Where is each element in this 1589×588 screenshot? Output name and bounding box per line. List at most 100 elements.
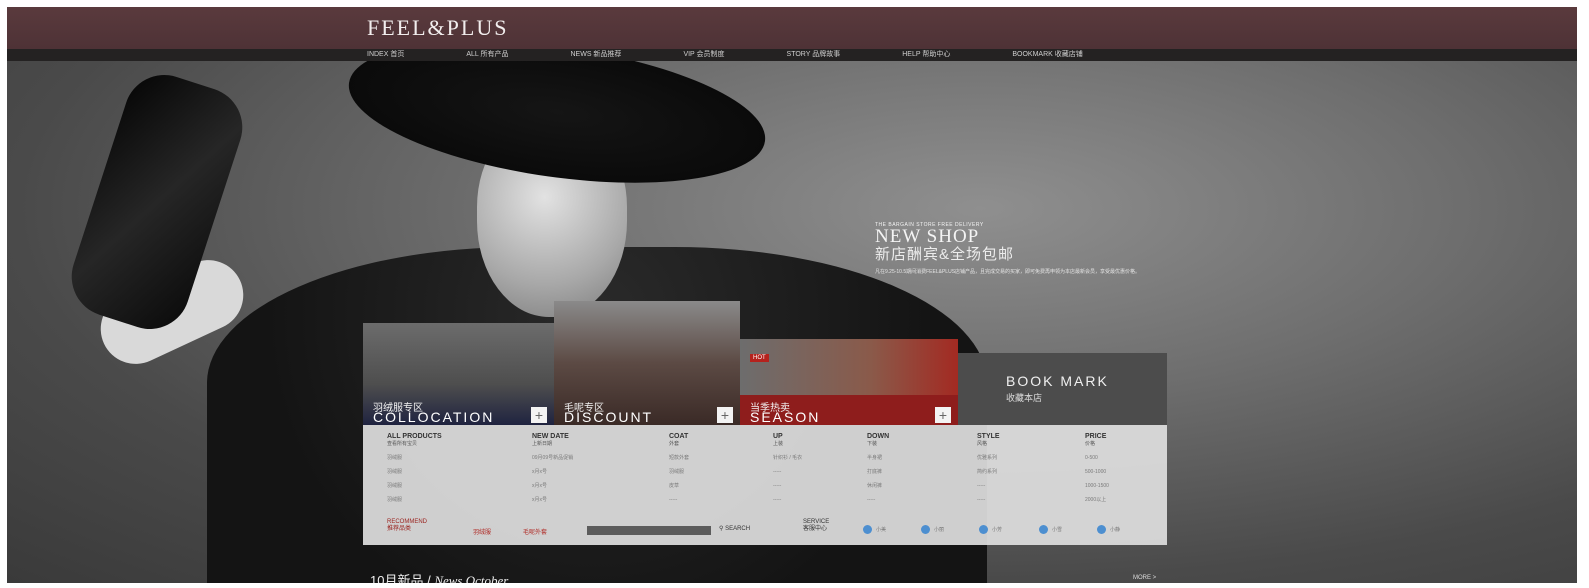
category-link[interactable]: 0-500 [1085,451,1230,465]
recommend-link[interactable]: 羽绒服 [473,527,491,536]
new-arrivals-heading: 10月新品 / News October [370,570,508,583]
nav-item-all[interactable]: ALL 所有产品 [466,49,508,61]
page: FEEL&PLUS INDEX 首页 ALL 所有产品 NEWS 新品推荐 VI… [0,0,1589,588]
agent-name: 小芳 [992,527,1003,533]
plus-icon[interactable]: + [531,407,547,423]
recommend-en: RECOMMEND [387,519,427,525]
category-column: UP 上装 针织衫 / 毛衣 ----- ----- ----- [773,433,867,507]
category-link[interactable]: 优雅系列 [977,451,1085,465]
category-link[interactable]: 打底裤 [867,465,977,479]
category-link[interactable]: 羽绒服 [387,451,532,465]
category-link[interactable]: 半身裙 [867,451,977,465]
category-column: STYLE 风格 优雅系列 简约系列 ----- ----- [977,433,1085,507]
hero-banner: FEEL&PLUS INDEX 首页 ALL 所有产品 NEWS 新品推荐 VI… [7,7,1577,583]
nav-item-help[interactable]: HELP 帮助中心 [902,49,950,61]
tile-collocation[interactable]: 羽绒服专区 COLLOCATION + [363,323,554,425]
service-agent[interactable]: 小静 [1097,525,1120,534]
service-label: SERVICE 客服中心 [803,519,829,533]
bookmark-title: BOOK MARK [1006,373,1109,389]
promo-description: 凡在9.25-10.5期间消费FEEL&PLUS店铺产品，且完成交易的买家，即可… [875,269,1141,275]
brand-logo[interactable]: FEEL&PLUS [367,15,508,41]
agent-name: 小丽 [934,527,945,533]
category-link[interactable]: ----- [867,493,977,507]
category-panel: ALL PRODUCTS 查看所有宝贝 羽绒服 羽绒服 羽绒服 羽绒服 NEW DATE 上新… [363,425,1167,545]
service-cn: 客服中心 [803,526,828,532]
column-title[interactable]: ALL PRODUCTS [387,433,532,441]
category-link[interactable]: x月x号 [532,493,669,507]
header-band: FEEL&PLUS [7,7,1577,49]
column-title[interactable]: PRICE [1085,433,1230,441]
category-link[interactable]: 针织衫 / 毛衣 [773,451,867,465]
promo-subtitle: 新店酬宾&全场包邮 [875,246,1015,263]
tile-season[interactable]: HOT 当季热卖 SEASON + [740,339,958,425]
category-link[interactable]: 1000-1500 [1085,479,1230,493]
category-link[interactable]: 羽绒服 [387,493,532,507]
category-link[interactable]: 羽绒服 [387,465,532,479]
nav-item-vip[interactable]: VIP 会员制度 [683,49,724,61]
column-subtitle: 上装 [773,441,784,447]
bookmark-subtitle: 收藏本店 [1006,393,1043,403]
category-column: ALL PRODUCTS 查看所有宝贝 羽绒服 羽绒服 羽绒服 羽绒服 [387,433,532,507]
category-link[interactable]: 2000以上 [1085,493,1230,507]
category-link[interactable]: 09月09号新品促销 [532,451,669,465]
tile-en-label: DISCOUNT [564,409,654,425]
category-link[interactable]: ----- [773,479,867,493]
promo-title: NEW SHOP [875,226,980,247]
tile-en-label: COLLOCATION [373,409,495,425]
chat-icon [863,525,872,534]
category-link[interactable]: 短款外套 [669,451,773,465]
new-arrivals-cn: 10月新品 [370,573,424,583]
category-link[interactable]: ----- [773,465,867,479]
search-button[interactable]: ⚲ SEARCH [719,525,750,532]
hot-badge: HOT [750,354,769,362]
search-input[interactable] [587,526,711,535]
service-agent[interactable]: 小雪 [1039,525,1062,534]
nav-item-index[interactable]: INDEX 首页 [367,49,404,61]
tile-en-label: SEASON [750,409,821,425]
more-link[interactable]: MORE > [1133,575,1156,581]
category-link[interactable]: x月x号 [532,479,669,493]
column-title[interactable]: COAT [669,433,773,441]
category-column: PRICE 价格 0-500 500-1000 1000-1500 2000以上 [1085,433,1230,507]
search-label: SEARCH [725,526,751,532]
column-title[interactable]: UP [773,433,867,441]
recommend-link[interactable]: 毛呢外套 [523,527,547,536]
category-link[interactable]: 简约系列 [977,465,1085,479]
service-agent[interactable]: 小美 [863,525,886,534]
category-link[interactable]: 皮草 [669,479,773,493]
category-link[interactable]: ----- [773,493,867,507]
nav-item-story[interactable]: STORY 品牌故事 [787,49,841,61]
chat-icon [1039,525,1048,534]
category-column: NEW DATE 上新日期 09月09号新品促销 x月x号 x月x号 x月x号 [532,433,669,507]
service-agent[interactable]: 小芳 [979,525,1002,534]
category-link[interactable]: 羽绒服 [669,465,773,479]
new-shop-promo: THE BARGAIN STORE FREE DELIVERY NEW SHOP… [875,222,1175,277]
nav-item-bookmark[interactable]: BOOKMARK 收藏店铺 [1012,49,1082,61]
nav-item-news[interactable]: NEWS 新品推荐 [570,49,621,61]
category-link[interactable]: ----- [669,493,773,507]
recommend-label: RECOMMEND 推荐品类 [387,519,427,533]
category-link[interactable]: 休闲裤 [867,479,977,493]
category-link[interactable]: 羽绒服 [387,479,532,493]
category-columns: ALL PRODUCTS 查看所有宝贝 羽绒服 羽绒服 羽绒服 羽绒服 NEW DATE 上新… [387,433,1230,507]
column-title[interactable]: STYLE [977,433,1085,441]
column-subtitle: 查看所有宝贝 [387,441,418,447]
agent-name: 小静 [1110,527,1121,533]
new-arrivals-en: News October [434,573,509,583]
plus-icon[interactable]: + [935,407,951,423]
column-title[interactable]: DOWN [867,433,977,441]
chat-icon [1097,525,1106,534]
category-link[interactable]: x月x号 [532,465,669,479]
category-link[interactable]: ----- [977,493,1085,507]
chat-icon [921,525,930,534]
plus-icon[interactable]: + [717,407,733,423]
category-link[interactable]: ----- [977,479,1085,493]
column-title[interactable]: NEW DATE [532,433,669,441]
category-column: DOWN 下装 半身裙 打底裤 休闲裤 ----- [867,433,977,507]
service-agent[interactable]: 小丽 [921,525,944,534]
category-link[interactable]: 500-1000 [1085,465,1230,479]
agent-name: 小雪 [1052,527,1063,533]
tile-discount[interactable]: 毛呢专区 DISCOUNT + [554,301,740,425]
tile-bookmark[interactable]: BOOK MARK 收藏本店 [958,353,1167,425]
agent-name: 小美 [876,527,887,533]
